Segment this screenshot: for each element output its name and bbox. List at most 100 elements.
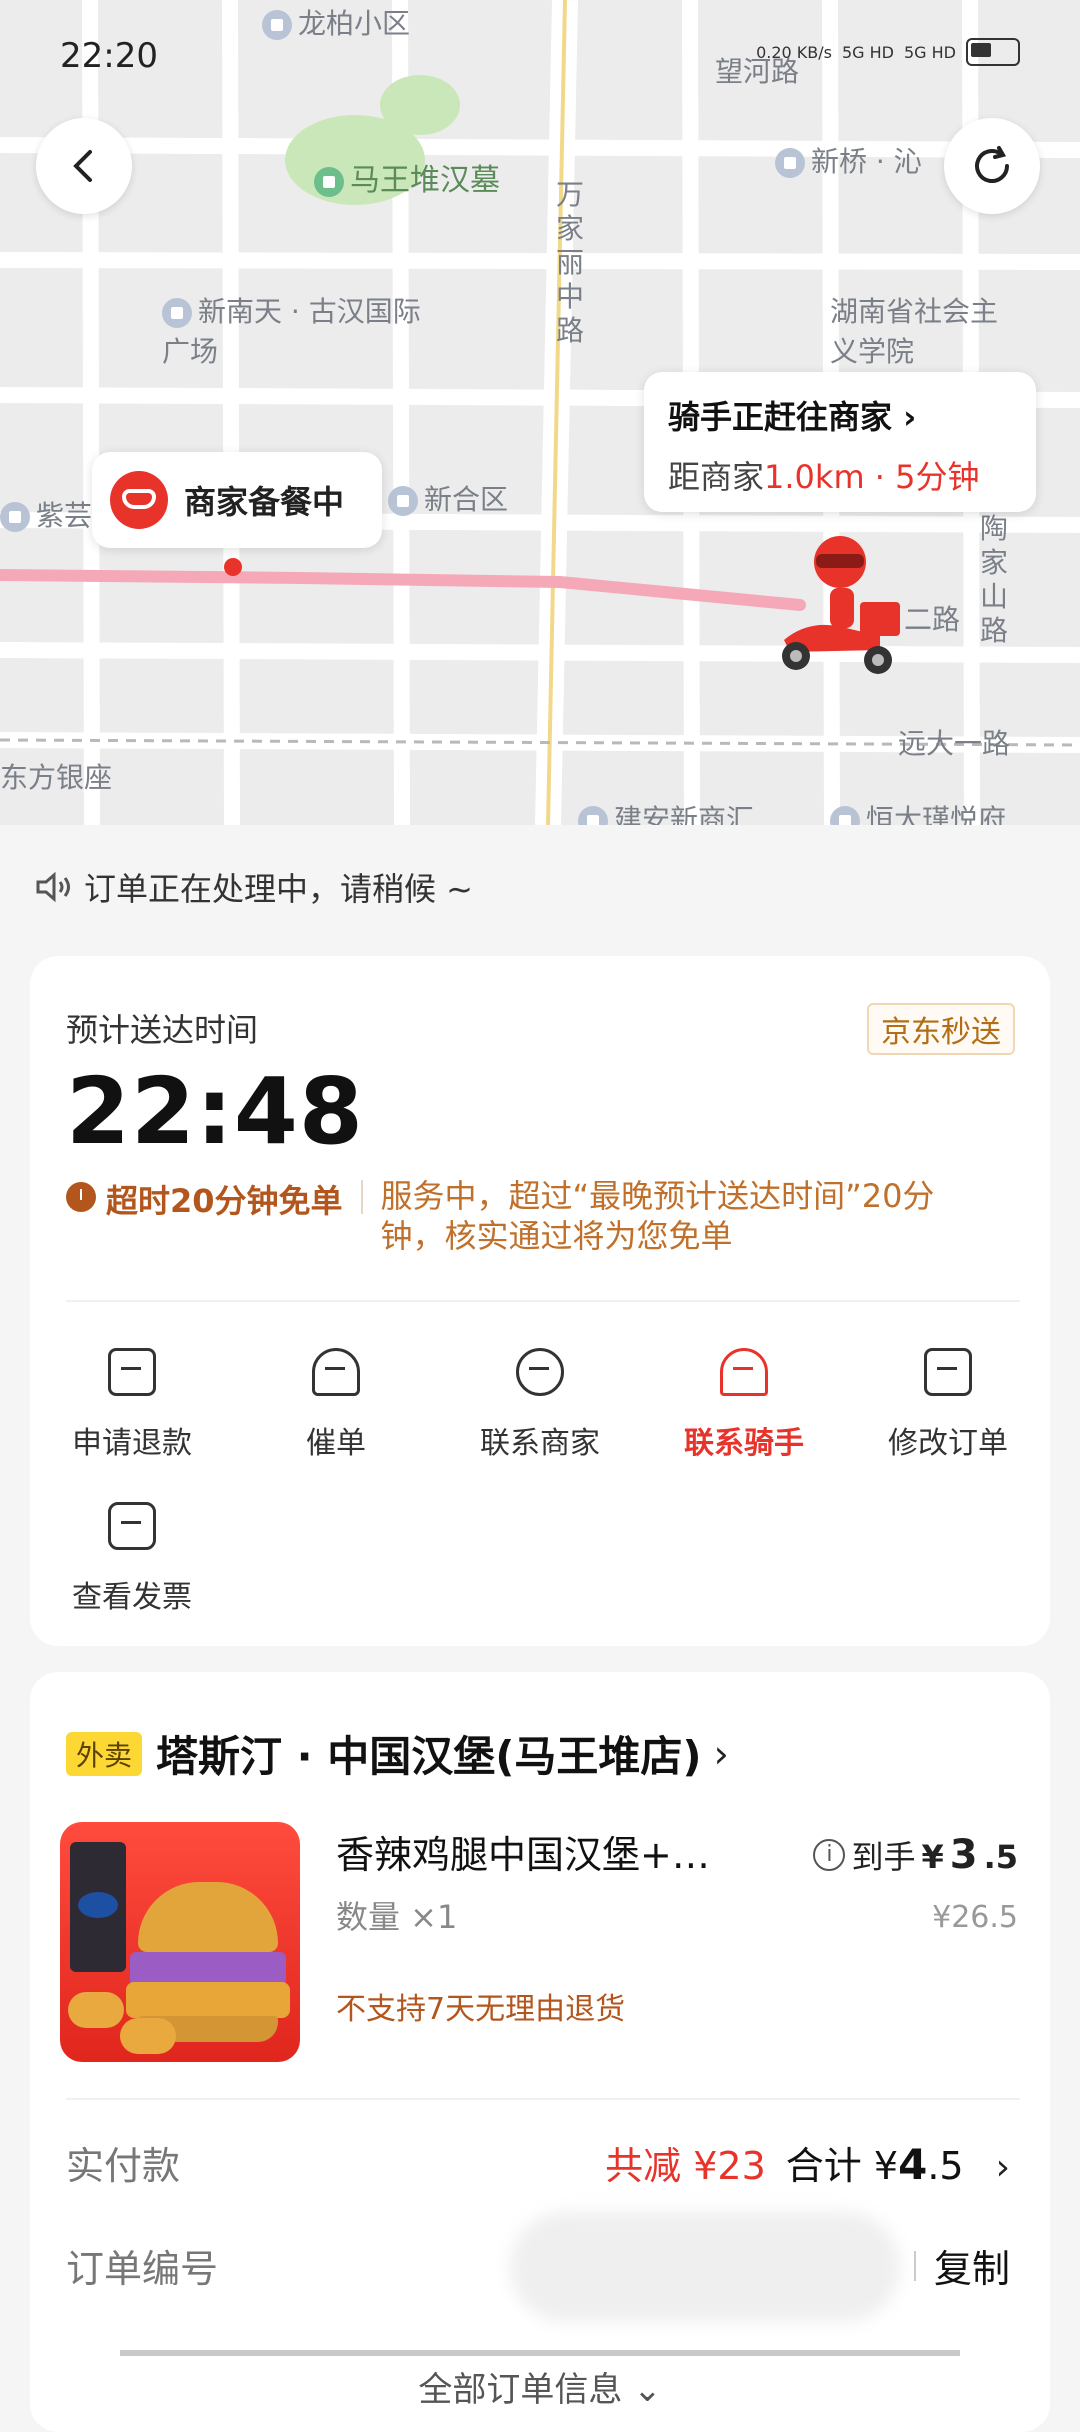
rider-distance: 距商家1.0km · 5分钟	[668, 458, 980, 496]
no-return-note: 不支持7天无理由退货	[336, 1992, 626, 2027]
original-price: ¥26.5	[932, 1900, 1018, 1935]
promise-desc: 服务中，超过“最晚预计送达时间”20分钟，核实通过将为您免单	[380, 1177, 935, 1255]
refund-label: 申请退款	[72, 1426, 192, 1461]
contact-merchant-label: 联系商家	[480, 1426, 600, 1461]
price-prefix: 到手	[851, 1838, 916, 1876]
merchant-status-bubble[interactable]: 商家备餐中	[92, 452, 382, 548]
refresh-icon	[975, 146, 1009, 183]
refund-button[interactable]: 申请退款	[42, 1348, 222, 1462]
map-label-road2: 二路	[904, 603, 961, 636]
status-icons: 0.20 KB/s 5G HD 5G HD	[756, 38, 1020, 66]
map-label-hunan: 湖南省社会主义学院	[830, 295, 999, 368]
refresh-button[interactable]	[944, 118, 1040, 214]
service-tag: 京东秒送	[867, 1003, 1015, 1055]
paid-label: 实付款	[66, 2144, 181, 2188]
edit-order-label: 修改订单	[888, 1426, 1008, 1461]
merchant-status-text: 商家备餐中	[184, 483, 345, 521]
edit-order-icon	[924, 1348, 972, 1396]
merchant-logo	[110, 471, 168, 529]
chevron-right-icon: ›	[995, 2147, 1010, 2188]
bell-icon	[312, 1348, 360, 1396]
map-label-jianan: 建安新商汇	[578, 798, 754, 825]
chevron-right-icon: ›	[903, 398, 917, 436]
merchant-chat-icon	[516, 1348, 564, 1396]
order-type-tag: 外卖	[66, 1731, 143, 1776]
view-invoice-button[interactable]: 查看发票	[42, 1502, 222, 1616]
copy-label: 复制	[933, 2247, 1010, 2291]
all-info-label: 全部订单信息	[418, 2370, 623, 2410]
order-notice: 订单正在处理中，请稍候 ~	[34, 864, 473, 910]
burger-cabbage	[130, 1952, 286, 1986]
rider-status-bubble[interactable]: 骑手正赶往商家 › 距商家1.0km · 5分钟	[644, 372, 1036, 512]
chevron-left-icon	[73, 150, 92, 182]
sim2-signal-icon: 5G HD	[903, 42, 956, 62]
promise-title-wrap: 超时20分钟免单	[66, 1176, 343, 1256]
speaker-icon	[36, 871, 70, 903]
battery-icon	[966, 38, 1020, 66]
total-amount: 合计 ¥4.5	[786, 2135, 964, 2190]
map-label-wanjiali: 万家丽中路	[556, 178, 585, 347]
order-divider	[66, 2098, 1020, 2100]
order-id-label: 订单编号	[66, 2247, 219, 2291]
product-price[interactable]: i 到手 ¥3.5	[813, 1832, 1018, 1878]
map-label-yuanda: 远大一路	[898, 727, 1011, 760]
copy-order-id-button[interactable]: 复制	[913, 2238, 1010, 2293]
contact-rider-button[interactable]: 联系骑手	[654, 1348, 834, 1462]
map-label-taojiashan: 陶家山路	[980, 512, 1009, 647]
map-label-xinqiao: 新桥 · 沁	[775, 140, 922, 180]
order-id-row: 订单编号 复制	[66, 2238, 1010, 2293]
total-int: 4	[898, 2140, 928, 2189]
shop-link[interactable]: 外卖 塔斯汀 · 中国汉堡(马王堆店) ›	[66, 1723, 729, 1784]
product-name[interactable]: 香辣鸡腿中国汉堡+…	[336, 1824, 756, 1879]
chevron-right-icon: ›	[713, 1731, 729, 1776]
card-divider	[66, 1300, 1020, 1302]
urge-label: 催单	[306, 1426, 366, 1461]
map-label-dongfang: 东方银座	[0, 761, 113, 794]
nugget	[68, 1992, 124, 2028]
map-label-xinnantian: 新南天 · 古汉国际广场	[162, 295, 421, 368]
timeout-promise[interactable]: 超时20分钟免单 服务中，超过“最晚预计送达时间”20分钟，核实通过将为您免单	[66, 1176, 981, 1256]
map-label-mawangdui: 马王堆汉墓	[314, 155, 500, 199]
map-label-ziyun: 紫芸	[0, 494, 92, 534]
chevron-down-icon: ⌄	[633, 2370, 662, 2410]
map-label-longbai: 龙柏小区	[262, 2, 410, 42]
urge-order-button[interactable]: 催单	[246, 1348, 426, 1462]
total-symbol: ¥	[873, 2144, 899, 2188]
total-label: 合计	[785, 2144, 862, 2188]
sim1-signal-icon: 5G HD	[841, 42, 894, 62]
rider-status-title: 骑手正赶往商家 ›	[668, 398, 917, 436]
drink-cup	[70, 1842, 126, 1972]
merchant-pin-icon	[224, 558, 242, 576]
map-label-xinhe: 新合区	[388, 478, 508, 518]
eta-label: 预计送达时间	[66, 1011, 259, 1049]
promise-title: 超时20分钟免单	[106, 1182, 343, 1220]
info-icon[interactable]: i	[813, 1839, 846, 1871]
invoice-label: 查看发票	[72, 1580, 192, 1615]
notice-text: 订单正在处理中，请稍候 ~	[84, 870, 473, 908]
all-order-info-toggle[interactable]: 全部订单信息 ⌄	[120, 2350, 960, 2410]
status-time: 22:20	[60, 36, 158, 76]
clock-icon	[66, 1182, 96, 1212]
net-speed: 0.20 KB/s	[756, 42, 832, 62]
contact-rider-label: 联系骑手	[684, 1426, 804, 1461]
rider-helmet-icon	[720, 1348, 768, 1396]
edit-order-button[interactable]: 修改订单	[858, 1348, 1038, 1462]
back-button[interactable]	[36, 118, 132, 214]
discount-amount: 共减 ¥23	[605, 2144, 766, 2188]
map-label-hengda: 恒大瑾悦府	[830, 798, 1006, 825]
copy-separator	[913, 2250, 916, 2281]
shop-name: 塔斯汀 · 中国汉堡(马王堆店)	[156, 1732, 702, 1781]
product-qty: 数量 ×1	[336, 1898, 458, 1936]
payment-row[interactable]: 实付款 共减 ¥23 合计 ¥4.5 ›	[66, 2135, 1010, 2190]
burger-bun-top	[138, 1882, 278, 1952]
price-int: 3	[949, 1832, 978, 1878]
price-dec: .5	[983, 1838, 1018, 1876]
delivery-map[interactable]: 龙柏小区 望河路 马王堆汉墓 新桥 · 沁 万家丽中路 新南天 · 古汉国际广场…	[0, 0, 1080, 825]
nugget	[120, 2018, 176, 2054]
total-dec: .5	[927, 2144, 964, 2188]
contact-merchant-button[interactable]: 联系商家	[450, 1348, 630, 1462]
product-image[interactable]	[60, 1822, 300, 2062]
price-symbol: ¥	[921, 1838, 944, 1876]
eta-time: 22:48	[66, 1058, 364, 1165]
invoice-icon	[108, 1502, 156, 1550]
